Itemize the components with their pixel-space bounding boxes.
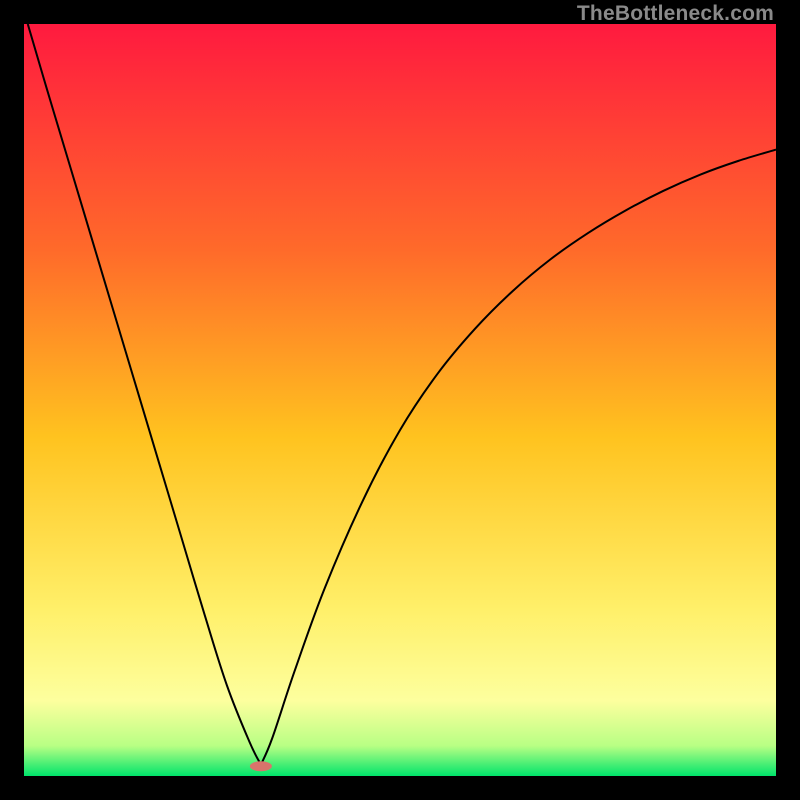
- chart-frame: [24, 24, 776, 776]
- optimum-marker: [250, 761, 272, 771]
- gradient-background: [24, 24, 776, 776]
- watermark-text: TheBottleneck.com: [577, 2, 774, 26]
- bottleneck-chart: [24, 24, 776, 776]
